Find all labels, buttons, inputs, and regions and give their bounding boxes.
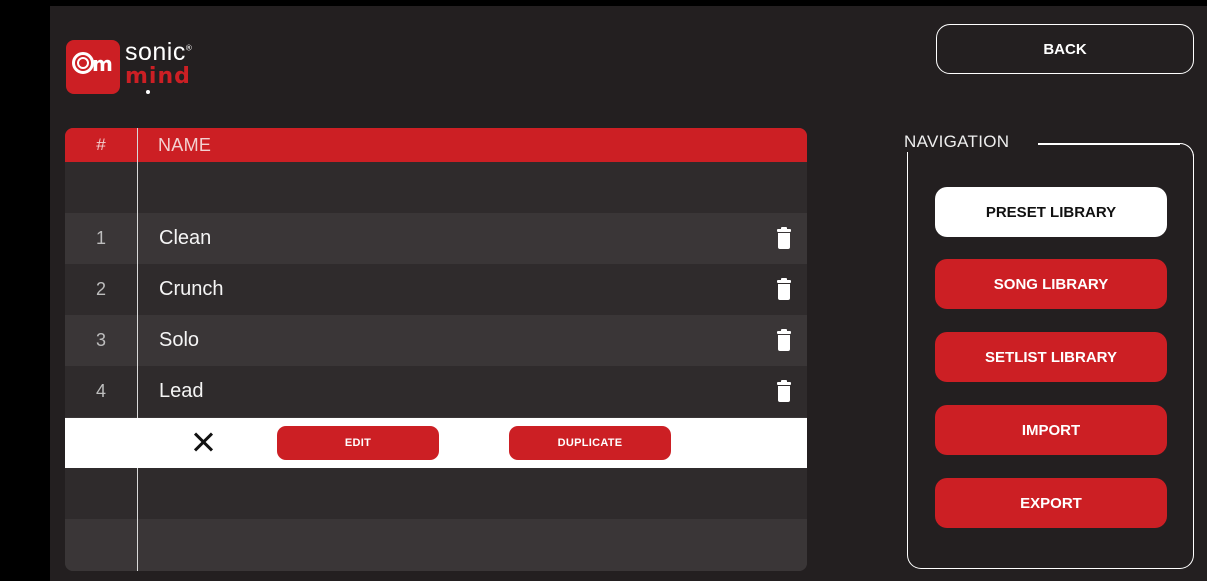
top-edge bbox=[0, 0, 1207, 6]
trash-icon[interactable] bbox=[777, 227, 791, 249]
row-name: Clean bbox=[159, 227, 212, 249]
navigation-title: NAVIGATION bbox=[904, 132, 1018, 152]
song-library-button[interactable]: SONG LIBRARY bbox=[935, 259, 1167, 309]
export-button[interactable]: EXPORT bbox=[935, 478, 1167, 528]
back-button[interactable]: BACK bbox=[936, 24, 1194, 74]
setlist-library-button[interactable]: SETLIST LIBRARY bbox=[935, 332, 1167, 382]
row-name: Solo bbox=[159, 329, 200, 351]
table-row[interactable]: 2 Crunch bbox=[65, 264, 807, 315]
trash-icon[interactable] bbox=[777, 278, 791, 300]
table-row-empty bbox=[65, 519, 807, 571]
close-icon[interactable] bbox=[189, 428, 219, 458]
logo-badge-icon: m bbox=[66, 40, 120, 94]
table-header: # NAME bbox=[65, 128, 807, 162]
column-divider bbox=[137, 128, 138, 571]
logo-word-mind: mind bbox=[125, 64, 191, 89]
table-row-empty bbox=[65, 162, 807, 213]
row-number: 2 bbox=[95, 279, 106, 299]
row-name: Crunch bbox=[159, 278, 224, 300]
column-header-number: # bbox=[96, 135, 106, 154]
row-number: 3 bbox=[95, 330, 106, 350]
trash-icon[interactable] bbox=[777, 329, 791, 351]
duplicate-button[interactable]: DUPLICATE bbox=[509, 426, 671, 460]
table-row[interactable]: 4 Lead bbox=[65, 366, 807, 417]
row-action-bar: EDIT DUPLICATE bbox=[65, 418, 807, 468]
logo-badge-letter: m bbox=[92, 52, 113, 76]
edit-button[interactable]: EDIT bbox=[277, 426, 439, 460]
row-number: 4 bbox=[95, 381, 106, 401]
sonic-mind-logo: m sonic® mind bbox=[66, 38, 226, 94]
table-row[interactable]: 3 Solo bbox=[65, 315, 807, 366]
logo-word-sonic: sonic® bbox=[125, 38, 193, 66]
row-name: Lead bbox=[159, 380, 204, 402]
preset-library-button[interactable]: PRESET LIBRARY bbox=[935, 187, 1167, 237]
row-number: 1 bbox=[95, 228, 106, 248]
left-edge bbox=[0, 0, 50, 581]
preset-table: # NAME 1 Clean 2 Crunch 3 Solo 4 Lead ED… bbox=[65, 128, 807, 571]
import-button[interactable]: IMPORT bbox=[935, 405, 1167, 455]
table-row-empty bbox=[65, 468, 807, 519]
trash-icon[interactable] bbox=[777, 380, 791, 402]
column-header-name: NAME bbox=[158, 134, 212, 155]
table-row[interactable]: 1 Clean bbox=[65, 213, 807, 264]
